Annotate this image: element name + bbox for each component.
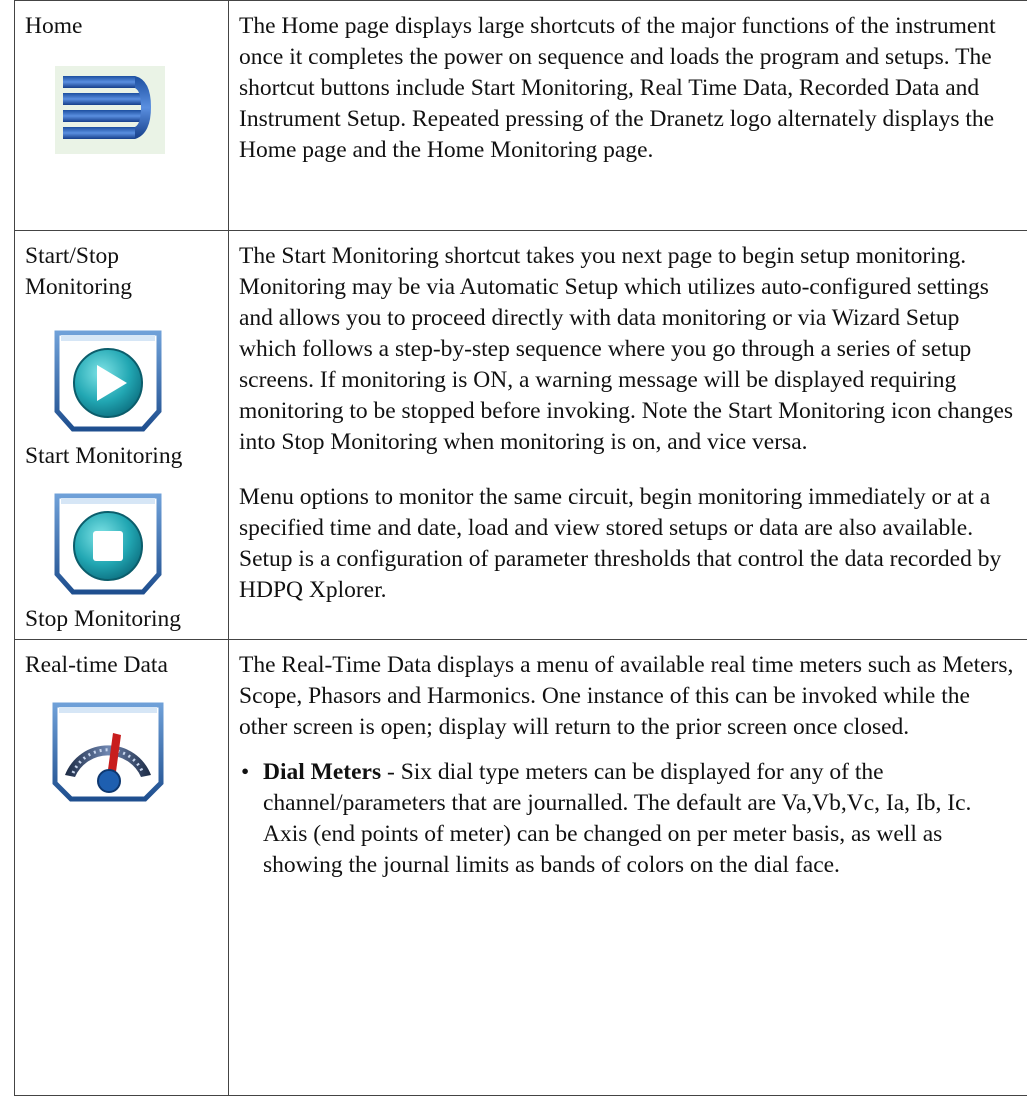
row-label-cell: Real-time Data	[15, 640, 229, 1096]
row-label-cell: Home	[15, 1, 229, 231]
dranetz-logo-icon[interactable]	[55, 66, 165, 154]
bullet-marker: •	[239, 757, 263, 881]
gauge-icon[interactable]	[51, 697, 165, 803]
row-label-cell: Start/Stop Monitoring	[15, 231, 229, 640]
play-icon[interactable]	[53, 325, 163, 433]
row-description-cell: The Start Monitoring shortcut takes you …	[229, 231, 1027, 640]
caption-stop-monitoring: Stop Monitoring	[25, 604, 218, 635]
caption-start-monitoring: Start Monitoring	[25, 441, 218, 472]
row-description-start-stop-2: Menu options to monitor the same circuit…	[239, 482, 1015, 606]
table-row-start-stop: Start/Stop Monitoring	[15, 231, 1027, 640]
row-description-home: The Home page displays large shortcuts o…	[239, 11, 1015, 166]
functions-table: Home	[14, 0, 1027, 1096]
row-description-start-stop: The Start Monitoring shortcut takes you …	[239, 241, 1015, 458]
list-item-dial-meters: • Dial Meters - Six dial type meters can…	[239, 757, 1015, 881]
row-description-real-time-data: The Real-Time Data displays a menu of av…	[239, 650, 1015, 743]
row-label-real-time-data: Real-time Data	[25, 650, 218, 681]
stop-icon[interactable]	[53, 488, 163, 596]
row-description-cell: The Real-Time Data displays a menu of av…	[229, 640, 1027, 1096]
bullet-separator: -	[381, 759, 401, 785]
row-label-home: Home	[25, 11, 218, 42]
row-description-cell: The Home page displays large shortcuts o…	[229, 1, 1027, 231]
table-row-home: Home	[15, 1, 1027, 231]
bullet-title: Dial Meters	[263, 759, 381, 785]
row-label-start-stop: Start/Stop Monitoring	[25, 241, 218, 303]
table-row-real-time-data: Real-time Data	[15, 640, 1027, 1096]
